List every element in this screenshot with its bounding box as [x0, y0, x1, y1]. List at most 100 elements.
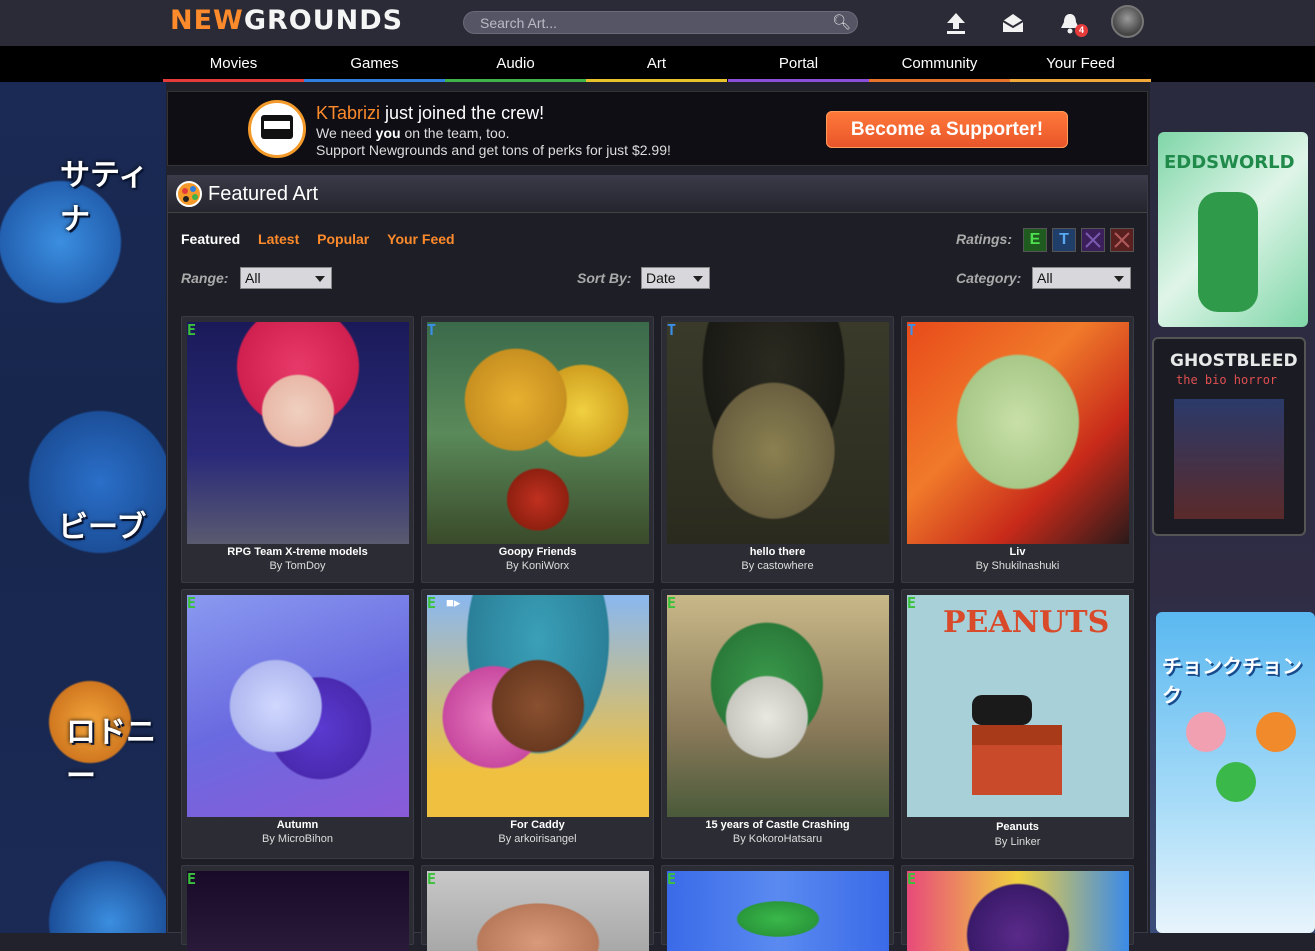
nav-label: Your Feed	[1046, 55, 1115, 72]
art-title[interactable]: For Caddy	[422, 819, 653, 831]
joined-user-avatar[interactable]	[248, 100, 306, 158]
side-label: ロドニー	[66, 715, 156, 794]
rating-t-toggle[interactable]: T	[1052, 228, 1076, 252]
tab-latest[interactable]: Latest	[258, 231, 299, 247]
artwork-thumbnail[interactable]	[667, 595, 889, 817]
user-avatar[interactable]	[1111, 5, 1144, 38]
category-select[interactable]: All	[1032, 267, 1131, 289]
tab-your-feed[interactable]: Your Feed	[387, 231, 454, 247]
nav-underline	[445, 79, 586, 82]
select-value: All	[245, 270, 261, 286]
art-title[interactable]: RPG Team X-treme models	[182, 546, 413, 558]
art-tile[interactable]: T hello there By castowhere	[661, 316, 894, 583]
nav-audio[interactable]: Audio	[445, 46, 586, 82]
tab-featured[interactable]: Featured	[181, 231, 240, 247]
rating-e-icon: E	[667, 594, 677, 612]
art-tile[interactable]: E 15 years of Castle Crashing By KokoroH…	[661, 589, 894, 859]
art-tile[interactable]: E	[661, 865, 894, 951]
art-tile[interactable]: T Liv By Shukilnashuki	[901, 316, 1134, 583]
art-author[interactable]: By Shukilnashuki	[902, 560, 1133, 572]
art-title[interactable]: 15 years of Castle Crashing	[662, 819, 893, 831]
sort-by-label: Sort By:	[577, 270, 632, 286]
panel-title: Featured Art	[208, 183, 319, 205]
art-author[interactable]: By MicroBihon	[182, 833, 413, 845]
artwork-thumbnail[interactable]	[907, 871, 1129, 951]
search-input[interactable]	[478, 14, 832, 32]
artwork-thumbnail[interactable]	[667, 871, 889, 951]
nav-community[interactable]: Community	[869, 46, 1010, 82]
art-tile[interactable]: E Autumn By MicroBihon	[181, 589, 414, 859]
chevron-down-icon	[693, 276, 703, 282]
nav-your-feed[interactable]: Your Feed	[1010, 46, 1151, 82]
artwork-thumbnail[interactable]	[187, 322, 409, 544]
character-figure	[1256, 712, 1296, 752]
nav-underline	[586, 79, 727, 82]
artwork-thumbnail[interactable]	[907, 322, 1129, 544]
artwork-thumbnail[interactable]	[187, 871, 409, 951]
art-tile[interactable]: E PEANUTS Peanuts By Linker	[901, 589, 1134, 859]
joined-username[interactable]: KTabrizi	[316, 103, 380, 123]
art-author[interactable]: By KoniWorx	[422, 560, 653, 572]
tab-popular[interactable]: Popular	[317, 231, 369, 247]
art-tile[interactable]: T Goopy Friends By KoniWorx	[421, 316, 654, 583]
art-author[interactable]: By KokoroHatsaru	[662, 833, 893, 845]
nav-label: Audio	[496, 55, 535, 72]
become-supporter-button[interactable]: Become a Supporter!	[826, 111, 1068, 148]
rating-t-icon: T	[907, 321, 917, 339]
nav-art[interactable]: Art	[586, 46, 727, 82]
rating-t-icon: T	[427, 321, 437, 339]
art-tile[interactable]: E	[181, 865, 414, 951]
upload-icon[interactable]	[941, 8, 971, 38]
artwork-thumbnail[interactable]	[667, 322, 889, 544]
search-icon[interactable]: 🔍︎	[832, 13, 851, 31]
artwork-caption: PEANUTS	[943, 605, 1110, 640]
art-tile[interactable]: E	[901, 865, 1134, 951]
art-tile[interactable]: E ■▸ For Caddy By arkoirisangel	[421, 589, 654, 859]
ratings-label: Ratings:	[956, 231, 1012, 247]
art-author[interactable]: By Linker	[902, 836, 1133, 848]
art-title[interactable]: Peanuts	[902, 821, 1133, 833]
rating-m-toggle[interactable]	[1081, 228, 1105, 252]
character-figure	[1198, 192, 1258, 312]
sort-by-select[interactable]: Date	[641, 267, 710, 289]
rating-e-toggle[interactable]: E	[1023, 228, 1047, 252]
promo-card-eddsworld[interactable]: EDDSWORLD	[1158, 132, 1308, 327]
artwork-thumbnail[interactable]	[427, 322, 649, 544]
art-title[interactable]: Liv	[902, 546, 1133, 558]
text: on the team, too.	[400, 125, 510, 141]
artwork-thumbnail[interactable]: PEANUTS	[907, 595, 1129, 817]
right-background-art: EDDSWORLD GHOSTBLEED the bio horror チョンク…	[1150, 82, 1315, 933]
nav-underline	[1010, 79, 1151, 82]
art-author[interactable]: By castowhere	[662, 560, 893, 572]
nav-portal[interactable]: Portal	[728, 46, 869, 82]
newgrounds-logo[interactable]: NEWGROUNDS	[170, 5, 403, 36]
rating-e-icon: E	[667, 870, 677, 888]
promo-subtitle: the bio horror	[1176, 373, 1278, 387]
promo-card-chonk[interactable]: チョンクチョンク	[1156, 612, 1315, 933]
art-title[interactable]: hello there	[662, 546, 893, 558]
artwork-thumbnail[interactable]	[427, 595, 649, 817]
mail-icon[interactable]	[998, 8, 1028, 38]
joined-text: just joined the crew!	[380, 103, 545, 123]
select-value: All	[1037, 270, 1053, 286]
rating-a-toggle[interactable]	[1110, 228, 1134, 252]
range-select[interactable]: All	[240, 267, 332, 289]
art-tile[interactable]: E	[421, 865, 654, 951]
art-author[interactable]: By TomDoy	[182, 560, 413, 572]
nav-label: Movies	[209, 55, 258, 72]
art-title[interactable]: Goopy Friends	[422, 546, 653, 558]
nav-movies[interactable]: Movies	[163, 46, 304, 82]
nav-games[interactable]: Games	[304, 46, 445, 82]
main-nav: Movies Games Audio Art Portal Community …	[0, 46, 1315, 82]
art-title[interactable]: Autumn	[182, 819, 413, 831]
supporter-banner: KTabrizi just joined the crew! We need y…	[167, 91, 1148, 166]
artwork-thumbnail[interactable]	[187, 595, 409, 817]
rating-e-icon: E	[427, 594, 437, 612]
promo-card-ghostbleed[interactable]: GHOSTBLEED the bio horror	[1152, 337, 1306, 536]
panel-header: Featured Art	[168, 176, 1147, 213]
snoopy-figure	[972, 695, 1032, 725]
nav-underline	[869, 79, 1010, 82]
art-author[interactable]: By arkoirisangel	[422, 833, 653, 845]
artwork-thumbnail[interactable]	[427, 871, 649, 951]
art-tile[interactable]: E RPG Team X-treme models By TomDoy	[181, 316, 414, 583]
